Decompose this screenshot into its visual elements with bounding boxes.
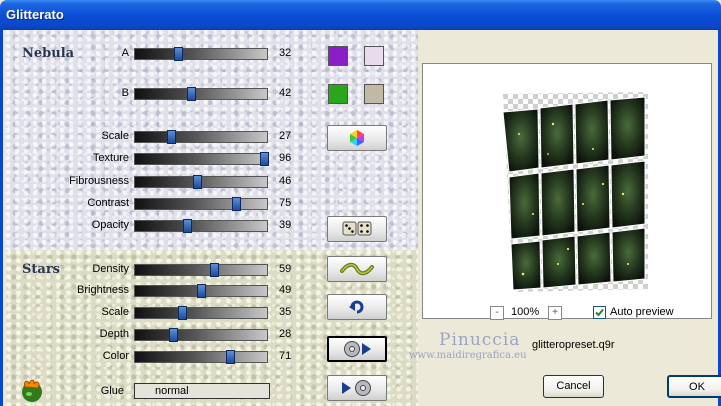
dice-icon <box>342 221 372 236</box>
preset-filename: glitteropreset.q9r <box>532 339 615 351</box>
effect-preview[interactable] <box>422 63 712 319</box>
stars-slider-label: Depth <box>99 328 129 340</box>
nebula-slider-label: Opacity <box>91 219 129 231</box>
auto-preview-checkbox[interactable] <box>593 306 606 319</box>
nebula-slider-label: B <box>121 87 129 99</box>
stars-slider-row: Depth 28 <box>3 328 303 342</box>
disc-play-icon <box>344 341 371 357</box>
randomize-button[interactable] <box>327 216 387 242</box>
dialog-client: Nebula Stars A 32 B 42 Scale 27 Texture 96 Fibro… <box>0 30 721 406</box>
nebula-slider-thumb[interactable] <box>259 152 269 166</box>
nebula-slider-label: Texture <box>92 152 129 164</box>
glitterato-window: Glitterato Nebula Stars A 32 B 42 Scale 27 Tex… <box>0 0 721 406</box>
nebula-slider-value: 32 <box>279 47 292 59</box>
nebula-slider-track[interactable] <box>134 197 268 211</box>
window-title: Glitterato <box>6 7 64 22</box>
nebula-color-b-swatch[interactable] <box>328 84 348 104</box>
nebula-slider-value: 46 <box>279 175 292 187</box>
nebula-color-a-swatch[interactable] <box>328 46 348 66</box>
play-disc-icon <box>342 380 371 396</box>
stars-slider-track[interactable] <box>134 284 268 298</box>
reset-button[interactable] <box>327 294 387 320</box>
nebula-slider-label: A <box>121 47 129 59</box>
nebula-color-b-alt-swatch[interactable] <box>364 84 384 104</box>
stars-slider-track[interactable] <box>134 306 268 320</box>
stars-slider-thumb[interactable] <box>168 328 178 342</box>
nebula-slider-thumb[interactable] <box>192 175 202 189</box>
stars-slider-thumb[interactable] <box>210 263 220 277</box>
stars-slider-thumb[interactable] <box>226 350 236 364</box>
stars-slider-thumb[interactable] <box>196 284 206 298</box>
nebula-slider-thumb[interactable] <box>173 47 183 61</box>
stars-slider-track[interactable] <box>134 350 268 364</box>
nebula-slider-value: 39 <box>279 219 292 231</box>
glue-label: Glue <box>100 385 124 397</box>
nebula-slider-value: 27 <box>279 130 292 142</box>
nebula-color-a-alt-swatch[interactable] <box>364 46 384 66</box>
nebula-slider-row: Fibrousness 46 <box>3 175 303 189</box>
wave-icon <box>340 262 374 276</box>
checkmark-icon <box>595 308 604 317</box>
stars-slider-track[interactable] <box>134 263 268 277</box>
color-wheel-icon <box>350 130 364 146</box>
cancel-button[interactable]: Cancel <box>543 375 604 398</box>
stars-slider-label: Color <box>102 350 129 362</box>
nebula-slider-row: Texture 96 <box>3 152 303 166</box>
title-bar[interactable]: Glitterato <box>0 0 721 30</box>
glue-mode-select[interactable]: normal <box>134 383 270 399</box>
nebula-slider-label: Scale <box>101 130 129 142</box>
nebula-slider-thumb[interactable] <box>183 219 193 233</box>
stars-slider-label: Scale <box>101 306 129 318</box>
nebula-slider-value: 42 <box>279 87 292 99</box>
stars-slider-value: 59 <box>279 263 292 275</box>
nebula-slider-thumb[interactable] <box>231 197 241 211</box>
zoom-in-button[interactable]: + <box>548 306 562 320</box>
stars-slider-value: 71 <box>279 350 292 362</box>
nebula-slider-value: 96 <box>279 152 292 164</box>
nebula-slider-row: Contrast 75 <box>3 197 303 211</box>
random-color-button[interactable] <box>327 125 387 151</box>
zoom-level: 100% <box>511 306 540 318</box>
watermark-url: www.maidiregrafica.eu <box>409 350 527 361</box>
nebula-slider-label: Fibrousness <box>69 175 129 187</box>
watermark-name: Pinuccia <box>439 330 521 350</box>
nebula-slider-row: Scale 27 <box>3 130 303 144</box>
nebula-slider-track[interactable] <box>134 130 268 144</box>
stars-slider-value: 35 <box>279 306 292 318</box>
nebula-slider-value: 75 <box>279 197 292 209</box>
stars-slider-track[interactable] <box>134 328 268 342</box>
stars-slider-row: Color 71 <box>3 350 303 364</box>
stars-slider-thumb[interactable] <box>177 306 187 320</box>
stars-slider-label: Brightness <box>77 284 129 296</box>
nebula-slider-row: A 32 <box>3 47 303 61</box>
nebula-slider-label: Contrast <box>87 197 129 209</box>
nebula-slider-track[interactable] <box>134 87 268 101</box>
nebula-slider-track[interactable] <box>134 175 268 189</box>
wave-button[interactable] <box>327 256 387 282</box>
nebula-slider-track[interactable] <box>134 47 268 61</box>
stars-slider-label: Density <box>92 263 129 275</box>
stars-slider-row: Scale 35 <box>3 306 303 320</box>
nebula-slider-track[interactable] <box>134 152 269 166</box>
stars-slider-value: 28 <box>279 328 292 340</box>
preview-image <box>502 92 648 292</box>
nebula-slider-track[interactable] <box>134 219 268 233</box>
stars-slider-row: Brightness 49 <box>3 284 303 298</box>
nebula-slider-thumb[interactable] <box>187 87 197 101</box>
load-preset-button[interactable] <box>327 336 387 362</box>
ok-button[interactable]: OK <box>667 375 721 398</box>
undo-arrow-icon <box>349 300 364 314</box>
nebula-slider-thumb[interactable] <box>167 130 177 144</box>
stars-slider-value: 49 <box>279 284 292 296</box>
auto-preview-label: Auto preview <box>610 306 674 318</box>
zoom-out-button[interactable]: - <box>490 306 504 320</box>
stars-slider-row: Density 59 <box>3 263 303 277</box>
save-preset-button[interactable] <box>327 375 387 401</box>
nebula-slider-row: Opacity 39 <box>3 219 303 233</box>
nebula-slider-row: B 42 <box>3 87 303 101</box>
plugin-logo-icon <box>22 379 42 402</box>
